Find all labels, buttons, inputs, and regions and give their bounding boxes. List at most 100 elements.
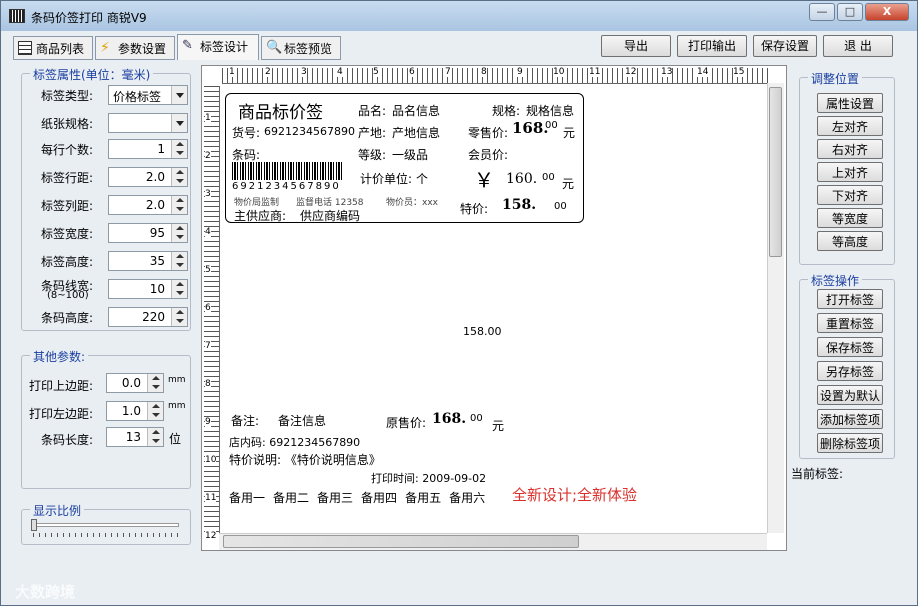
export-button[interactable]: 导出	[601, 35, 671, 57]
minimize-button[interactable]: —	[809, 3, 835, 21]
scroll-thumb[interactable]	[223, 535, 579, 548]
spin-arrows-icon[interactable]	[147, 374, 163, 392]
spare-field[interactable]: 备用三	[317, 491, 353, 505]
spare-field[interactable]: 备用二	[273, 491, 309, 505]
adjust-button-3[interactable]: 上对齐	[817, 162, 883, 182]
member-price-decimal[interactable]: 00	[542, 172, 555, 183]
tab-label-preview[interactable]: 🔍 标签预览	[261, 36, 341, 60]
label-width-stepper[interactable]: 95	[108, 223, 188, 243]
label-op-button-5[interactable]: 添加标签项	[817, 409, 883, 429]
label-height-stepper[interactable]: 35	[108, 251, 188, 271]
bar-height-stepper[interactable]: 220	[108, 307, 188, 327]
grade-value[interactable]: 一级品	[392, 146, 428, 163]
dropdown-icon[interactable]	[171, 86, 187, 104]
spare-field[interactable]: 备用四	[361, 491, 397, 505]
label-op-button-0[interactable]: 打开标签	[817, 289, 883, 309]
original-price-unit[interactable]: 元	[492, 417, 504, 434]
tab-label-design[interactable]: ✎ 标签设计	[177, 34, 259, 60]
clerk-text[interactable]: 物价员：xxx	[386, 195, 438, 208]
barcode-graphic[interactable]	[232, 162, 344, 180]
close-button[interactable]: X	[865, 3, 909, 21]
save-settings-button[interactable]: 保存设置	[753, 35, 817, 57]
special-price-label[interactable]: 特价:	[460, 200, 488, 217]
original-price-decimal[interactable]: 00	[470, 413, 483, 424]
remark-value[interactable]: 备注信息	[278, 412, 326, 429]
price-unit-label[interactable]: 计价单位:	[360, 170, 412, 187]
label-op-button-6[interactable]: 删除标签项	[817, 433, 883, 453]
name-label[interactable]: 品名:	[358, 102, 386, 119]
horizontal-scrollbar[interactable]	[219, 533, 767, 550]
origin-label[interactable]: 产地:	[358, 124, 386, 141]
spin-arrows-icon[interactable]	[171, 280, 187, 298]
adjust-button-2[interactable]: 右对齐	[817, 139, 883, 159]
col-gap-stepper[interactable]: 2.0	[108, 195, 188, 215]
label-op-button-3[interactable]: 另存标签	[817, 361, 883, 381]
spare-field[interactable]: 备用五	[405, 491, 441, 505]
adjust-button-4[interactable]: 下对齐	[817, 185, 883, 205]
retail-price-decimal[interactable]: 00	[545, 120, 558, 131]
spare-field[interactable]: 备用一	[229, 491, 265, 505]
original-price-value[interactable]: 168.	[432, 411, 466, 427]
per-row-stepper[interactable]: 1	[108, 139, 188, 159]
label-type-select[interactable]: 价格标签	[108, 85, 188, 105]
spin-arrows-icon[interactable]	[171, 140, 187, 158]
exit-button[interactable]: 退 出	[823, 35, 893, 57]
spec-value[interactable]: 规格信息	[526, 102, 574, 119]
spin-arrows-icon[interactable]	[171, 308, 187, 326]
vertical-scrollbar[interactable]	[767, 83, 784, 533]
left-margin-stepper[interactable]: 1.0	[106, 401, 164, 421]
retail-price-unit[interactable]: 元	[563, 124, 575, 141]
barcode-label[interactable]: 条码:	[232, 146, 260, 163]
spin-arrows-icon[interactable]	[171, 196, 187, 214]
member-price-value[interactable]: 160.	[506, 171, 537, 187]
adjust-button-6[interactable]: 等高度	[817, 231, 883, 251]
slogan-text[interactable]: 全新设计;全新体验	[512, 484, 637, 505]
yen-symbol[interactable]: ￥	[474, 164, 494, 193]
scale-slider-track[interactable]	[31, 523, 179, 527]
label-op-button-1[interactable]: 重置标签	[817, 313, 883, 333]
barcode-digits[interactable]: 6921234567890	[232, 181, 341, 192]
spec-label[interactable]: 规格:	[492, 102, 520, 119]
top-margin-stepper[interactable]: 0.0	[106, 373, 164, 393]
print-button[interactable]: 打印输出	[677, 35, 747, 57]
special-description[interactable]: 特价说明: 《特价说明信息》	[229, 451, 381, 468]
member-price-unit[interactable]: 元	[562, 175, 574, 192]
original-price-label[interactable]: 原售价:	[386, 414, 426, 431]
sku-label[interactable]: 货号:	[232, 124, 260, 141]
print-time[interactable]: 打印时间: 2009-09-02	[371, 470, 486, 486]
retail-price-label[interactable]: 零售价:	[468, 124, 508, 141]
supplier-label[interactable]: 主供应商:	[234, 207, 286, 224]
special-price-decimal[interactable]: 00	[554, 201, 567, 212]
supplier-value[interactable]: 供应商编码	[300, 207, 360, 224]
spin-arrows-icon[interactable]	[171, 224, 187, 242]
row-gap-stepper[interactable]: 2.0	[108, 167, 188, 187]
spare-field[interactable]: 备用六	[449, 491, 485, 505]
bar-width-stepper[interactable]: 10	[108, 279, 188, 299]
scroll-thumb[interactable]	[769, 87, 782, 257]
price-unit-value[interactable]: 个	[416, 170, 428, 187]
spin-arrows-icon[interactable]	[147, 402, 163, 420]
retail-price-value[interactable]: 168.	[512, 119, 549, 137]
member-price-label[interactable]: 会员价:	[468, 146, 508, 163]
paper-size-select[interactable]	[108, 113, 188, 133]
maximize-button[interactable]: □	[837, 3, 863, 21]
label-op-button-2[interactable]: 保存标签	[817, 337, 883, 357]
price-tag-label[interactable]: 商品标价签 品名: 品名信息 规格: 规格信息 货号: 692123456789…	[225, 93, 584, 223]
tag-title[interactable]: 商品标价签	[238, 98, 323, 123]
dropdown-icon[interactable]	[171, 114, 187, 132]
origin-value[interactable]: 产地信息	[392, 124, 440, 141]
scale-slider-thumb[interactable]	[31, 519, 37, 531]
price-field[interactable]: 158.00	[463, 325, 502, 338]
tab-product-list[interactable]: 商品列表	[13, 36, 93, 60]
label-op-button-4[interactable]: 设置为默认	[817, 385, 883, 405]
remark-label[interactable]: 备注:	[231, 412, 259, 429]
store-code[interactable]: 店内码: 6921234567890	[229, 434, 360, 450]
spin-arrows-icon[interactable]	[147, 428, 163, 446]
grade-label[interactable]: 等级:	[358, 146, 386, 163]
tab-settings[interactable]: ⚡ 参数设置	[95, 36, 175, 60]
adjust-button-5[interactable]: 等宽度	[817, 208, 883, 228]
sku-value[interactable]: 6921234567890	[264, 125, 355, 138]
spin-arrows-icon[interactable]	[171, 168, 187, 186]
name-value[interactable]: 品名信息	[392, 102, 440, 119]
adjust-button-0[interactable]: 属性设置	[817, 93, 883, 113]
